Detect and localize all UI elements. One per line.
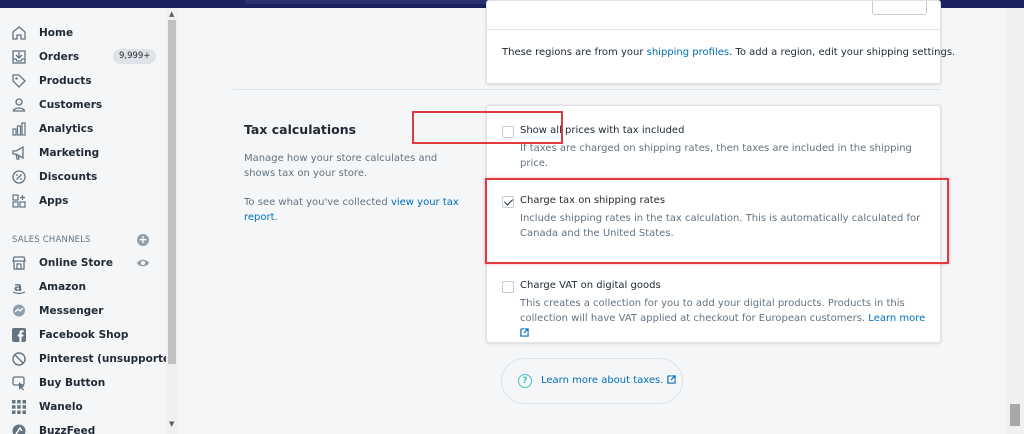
- page-scrollbar[interactable]: [1006, 8, 1024, 434]
- scroll-up-icon[interactable]: ▲: [169, 10, 174, 18]
- tax-calculations-title: Tax calculations: [244, 122, 357, 137]
- sidebar-item-pinterest[interactable]: Pinterest (unsupported): [0, 347, 177, 371]
- regions-action-button[interactable]: [872, 1, 927, 15]
- sidebar-item-label: Orders: [39, 51, 80, 63]
- sidebar-item-label: Home: [39, 27, 74, 39]
- sidebar-item-messenger[interactable]: Messenger: [0, 299, 166, 323]
- card-divider: [487, 29, 940, 30]
- buzzfeed-icon: [11, 423, 27, 434]
- sidebar-item-discounts[interactable]: Discounts: [0, 165, 166, 189]
- sidebar-item-amazon[interactable]: a Amazon: [0, 275, 166, 299]
- blocked-icon: [11, 351, 27, 367]
- svg-text:a: a: [14, 280, 22, 294]
- sidebar-item-label: Analytics: [39, 123, 94, 135]
- buy-button-icon: [11, 375, 27, 391]
- sidebar-item-wanelo[interactable]: Wanelo: [0, 395, 166, 419]
- sidebar-item-marketing[interactable]: Marketing: [0, 141, 166, 165]
- sidebar-item-label: Discounts: [39, 171, 98, 183]
- facebook-icon: [11, 327, 27, 343]
- tax-report-text: To see what you've collected view your t…: [244, 197, 459, 223]
- learn-more-taxes[interactable]: ? Learn more about taxes.: [501, 358, 683, 404]
- sidebar-item-label: Messenger: [39, 305, 104, 317]
- home-icon: [11, 25, 27, 41]
- charge-vat-digital-goods-checkbox[interactable]: [502, 281, 514, 293]
- tag-icon: [11, 73, 27, 89]
- store-icon: [11, 255, 27, 271]
- shipping-profiles-link[interactable]: shipping profiles: [647, 47, 729, 58]
- wanelo-icon: [11, 399, 27, 415]
- sidebar-item-label: Products: [39, 75, 92, 87]
- external-link-icon: [666, 375, 676, 384]
- sidebar-item-label: Pinterest (unsupported): [39, 353, 178, 365]
- sales-channels-heading: SALES CHANNELS: [12, 235, 91, 245]
- sidebar-item-label: Facebook Shop: [39, 329, 129, 341]
- sidebar-item-products[interactable]: Products: [0, 69, 166, 93]
- learn-more-taxes-link[interactable]: Learn more about taxes.: [541, 375, 676, 386]
- sidebar-item-buzzfeed[interactable]: BuzzFeed: [0, 419, 166, 434]
- orders-count-badge: 9,999+: [113, 49, 157, 64]
- sidebar-item-label: Buy Button: [39, 377, 106, 389]
- sidebar-item-customers[interactable]: Customers: [0, 93, 166, 117]
- regions-card: These regions are from your shipping pro…: [486, 0, 955, 84]
- eye-icon[interactable]: [136, 255, 150, 269]
- megaphone-icon: [11, 145, 27, 161]
- sidebar-item-label: Amazon: [39, 281, 86, 293]
- discount-icon: [11, 169, 27, 185]
- sidebar-item-facebook-shop[interactable]: Facebook Shop: [0, 323, 166, 347]
- learn-more-link[interactable]: Learn more: [868, 313, 925, 324]
- add-sales-channel-icon[interactable]: +: [137, 234, 149, 246]
- apps-icon: [11, 193, 27, 209]
- option-help: If taxes are charged on shipping rates, …: [520, 143, 912, 169]
- option-label: Charge VAT on digital goods: [520, 280, 661, 291]
- regions-note: These regions are from your shipping pro…: [502, 47, 956, 58]
- shipping-tax-highlight: [485, 178, 949, 264]
- bar-chart-icon: [11, 121, 27, 137]
- page-scrollbar-thumb[interactable]: [1010, 404, 1020, 426]
- orders-icon: [11, 49, 27, 65]
- sidebar-scrollbar-thumb[interactable]: [168, 20, 176, 364]
- section-divider: [233, 89, 941, 90]
- tax-title-highlight: [412, 111, 563, 144]
- sidebar-item-apps[interactable]: Apps: [0, 189, 166, 213]
- sidebar-item-label: BuzzFeed: [39, 425, 96, 434]
- external-link-icon: [520, 327, 529, 337]
- sidebar-item-label: Apps: [39, 195, 69, 207]
- sidebar-item-buy-button[interactable]: Buy Button: [0, 371, 166, 395]
- sidebar-item-label: Marketing: [39, 147, 100, 159]
- sidebar-item-label: Online Store: [39, 257, 113, 269]
- sidebar-item-analytics[interactable]: Analytics: [0, 117, 166, 141]
- sidebar: Home Orders 9,999+ Products Customers An…: [0, 8, 178, 434]
- sidebar-item-online-store[interactable]: Online Store: [0, 251, 166, 275]
- scroll-down-icon[interactable]: ▼: [169, 420, 174, 428]
- sidebar-item-orders[interactable]: Orders 9,999+: [0, 45, 166, 69]
- sidebar-item-home[interactable]: Home: [0, 21, 166, 45]
- messenger-icon: [11, 303, 27, 319]
- tax-calculations-description: Manage how your store calculates and sho…: [244, 153, 438, 179]
- question-icon: ?: [518, 374, 532, 388]
- option-help: This creates a collection for you to add…: [520, 296, 930, 341]
- person-icon: [11, 97, 27, 113]
- sidebar-item-label: Customers: [39, 99, 103, 111]
- sidebar-item-label: Wanelo: [39, 401, 83, 413]
- sidebar-scrollbar[interactable]: ▲ ▼: [166, 8, 178, 434]
- amazon-icon: a: [11, 279, 27, 295]
